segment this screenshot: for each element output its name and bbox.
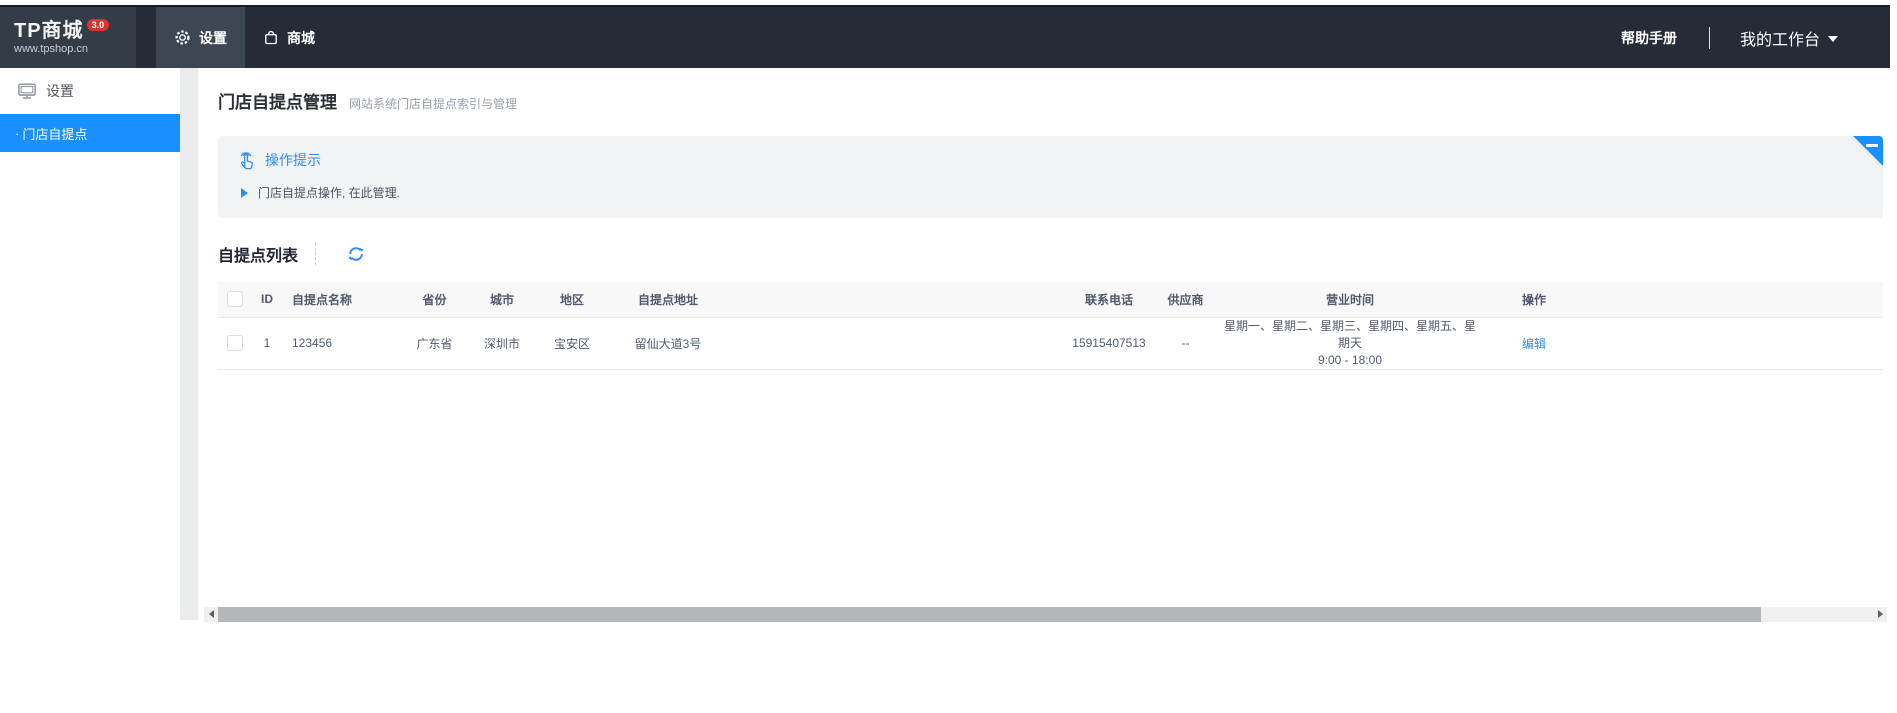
help-manual-link[interactable]: 帮助手册 [1621, 28, 1677, 48]
dashed-divider [315, 243, 317, 265]
table-row: 1 123456 广东省 深圳市 宝安区 留仙大道3号 15915407513 … [218, 317, 1883, 370]
cell-spacer [729, 317, 1069, 370]
cell-supplier: -- [1149, 317, 1222, 370]
col-action: 操作 [1478, 282, 1590, 318]
tips-title: 操作提示 [265, 151, 321, 168]
list-title: 自提点列表 [218, 248, 299, 265]
workspace-menu[interactable]: 我的工作台 [1740, 26, 1838, 50]
col-province: 省份 [402, 282, 467, 318]
shopping-bag-icon [263, 29, 279, 46]
sidebar-header-label: 设置 [46, 83, 74, 99]
select-all-checkbox[interactable] [227, 291, 243, 308]
sidebar-item-bullet: · [15, 125, 20, 141]
page-title: 门店自提点管理 [218, 93, 337, 112]
col-tail-spacer [1590, 282, 1883, 318]
cell-address: 留仙大道3号 [607, 317, 729, 370]
refresh-button[interactable] [347, 245, 365, 263]
gear-icon [174, 29, 191, 46]
cell-tail-spacer [1590, 317, 1883, 370]
nav-tab-mall-label: 商城 [287, 29, 315, 46]
cell-id: 1 [252, 317, 282, 370]
logo[interactable]: TP商城 3.0 www.tpshop.cn [0, 7, 136, 68]
cell-province: 广东省 [402, 317, 467, 370]
cell-phone: 15915407513 [1069, 317, 1149, 370]
pickup-point-table: ID 自提点名称 省份 城市 地区 自提点地址 联系电话 供应商 营业时间 操作… [218, 282, 1883, 370]
cell-name: 123456 [282, 317, 402, 370]
page-subtitle: 网站系统门店自提点索引与管理 [349, 97, 518, 111]
col-district: 地区 [537, 282, 607, 318]
logo-domain: www.tpshop.cn [14, 42, 88, 55]
business-days: 星期一、星期二、星期三、星期四、星期五、星期天 [1223, 318, 1476, 350]
scroll-right-arrow[interactable] [1873, 607, 1887, 622]
cell-district: 宝安区 [537, 317, 607, 370]
scrollbar-thumb[interactable] [218, 606, 1761, 622]
edit-link[interactable]: 编辑 [1522, 337, 1546, 351]
monitor-icon [17, 82, 37, 100]
tips-item-text: 门店自提点操作, 在此管理. [258, 186, 401, 200]
collapse-dash-icon [1866, 144, 1878, 147]
col-business-hours: 营业时间 [1222, 282, 1478, 318]
operation-tips-panel: 操作提示 门店自提点操作, 在此管理. [218, 136, 1883, 218]
logo-title: TP商城 [14, 19, 84, 42]
top-navbar: TP商城 3.0 www.tpshop.cn 设置 商城 帮助手册 我的工作台 [0, 5, 1890, 68]
hand-pointer-icon [236, 149, 256, 170]
col-address: 自提点地址 [607, 282, 729, 318]
cell-action: 编辑 [1478, 317, 1590, 370]
col-phone: 联系电话 [1069, 282, 1149, 318]
nav-tab-settings-label: 设置 [199, 29, 227, 46]
nav-gap [136, 7, 156, 68]
col-name: 自提点名称 [282, 282, 402, 318]
sidebar-item-pickup-point[interactable]: · 门店自提点 [0, 114, 180, 152]
nav-tab-settings[interactable]: 设置 [156, 7, 245, 68]
content-gutter [180, 68, 198, 620]
col-spacer [729, 282, 1069, 318]
cell-city: 深圳市 [467, 317, 537, 370]
version-badge: 3.0 [86, 18, 110, 31]
bullet-arrow-icon [241, 187, 248, 198]
table-header-row: ID 自提点名称 省份 城市 地区 自提点地址 联系电话 供应商 营业时间 操作 [218, 282, 1883, 318]
col-id: ID [252, 282, 282, 318]
sidebar-header-settings[interactable]: 设置 [0, 68, 180, 114]
sidebar-item-label: 门店自提点 [22, 126, 88, 142]
horizontal-scrollbar[interactable] [204, 606, 1887, 622]
nav-tab-mall[interactable]: 商城 [245, 7, 333, 68]
chevron-down-icon [1828, 35, 1838, 42]
business-time: 9:00 - 18:00 [1317, 352, 1383, 367]
main-content: 门店自提点管理 网站系统门店自提点索引与管理 操作提示 门店自提点操作, 在此管… [198, 68, 1897, 713]
col-city: 城市 [467, 282, 537, 318]
sidebar: 设置 · 门店自提点 [0, 68, 180, 713]
row-checkbox[interactable] [227, 335, 243, 351]
col-supplier: 供应商 [1149, 282, 1222, 318]
workspace-label: 我的工作台 [1739, 31, 1820, 49]
nav-divider [1708, 26, 1710, 49]
collapse-corner-button[interactable] [1853, 136, 1883, 166]
cell-business-hours: 星期一、星期二、星期三、星期四、星期五、星期天 9:00 - 18:00 [1222, 317, 1478, 370]
scroll-left-arrow[interactable] [204, 607, 218, 622]
